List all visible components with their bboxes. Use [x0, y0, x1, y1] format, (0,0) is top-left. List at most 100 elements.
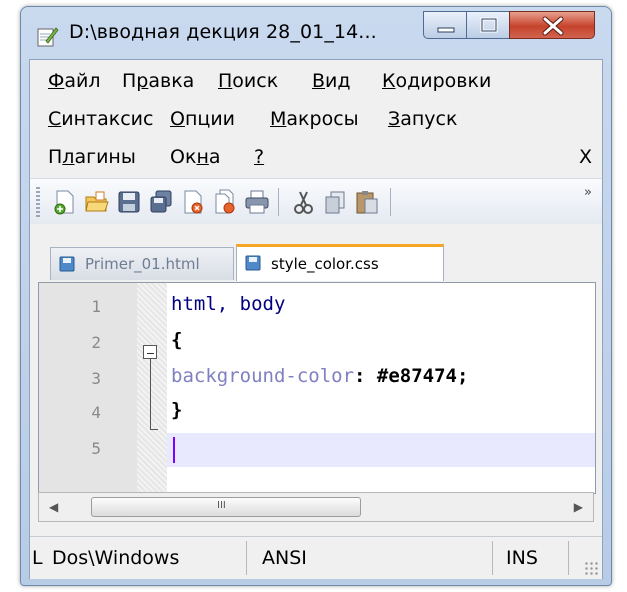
- notepad-app-icon: [37, 27, 59, 47]
- toolbar-grip[interactable]: [36, 187, 40, 217]
- menu-encoding-post: одировки: [395, 70, 492, 92]
- new-file-icon[interactable]: [52, 189, 78, 215]
- status-bar: L Dos\Windows ANSI INS: [30, 536, 602, 579]
- title-bar[interactable]: D:\вводная декция 28_01_14...: [21, 7, 611, 59]
- menu-file-accel: Ф: [48, 70, 65, 92]
- scroll-right-arrow-icon[interactable]: ▶: [574, 500, 583, 514]
- status-divider: [492, 541, 493, 575]
- line-number: 1: [91, 297, 101, 316]
- window-title: D:\вводная декция 28_01_14...: [69, 21, 377, 43]
- code-line-2: {: [171, 329, 183, 351]
- menu-syntax-accel: С: [48, 108, 62, 130]
- status-encoding: ANSI: [262, 547, 307, 569]
- menu-window-pre: Ок: [170, 146, 197, 168]
- menu-plugins[interactable]: Плагины: [48, 146, 136, 168]
- close-document-button[interactable]: X: [579, 146, 592, 168]
- menu-row-1: Файл Правка Поиск Вид Кодировки: [30, 60, 602, 98]
- menu-options-accel: О: [170, 108, 185, 130]
- menu-search-accel: П: [218, 70, 233, 92]
- tab-label: Primer_01.html: [85, 255, 200, 273]
- menu-edit-pre: П: [122, 70, 137, 92]
- maximize-icon: [480, 17, 498, 33]
- menu-run-accel: З: [388, 108, 401, 130]
- menu-bar: Файл Правка Поиск Вид Кодировки Синтакси…: [30, 60, 602, 178]
- minus-icon: [147, 353, 154, 354]
- menu-plugins-accel: л: [62, 146, 75, 168]
- menu-edit-accel: р: [136, 70, 149, 92]
- horizontal-scrollbar[interactable]: ◀ III ▶: [38, 492, 594, 522]
- close-file-icon[interactable]: [180, 189, 206, 215]
- text-caret: [173, 437, 175, 463]
- code-line-4: }: [171, 399, 183, 421]
- menu-run-post: апуск: [400, 108, 458, 130]
- print-icon[interactable]: [244, 189, 270, 215]
- tab-bar: Primer_01.html style_color.css: [30, 224, 602, 282]
- saved-file-icon: [245, 255, 261, 271]
- css-colon: :: [354, 365, 377, 387]
- close-icon: [542, 16, 564, 36]
- scrollbar-grip: III: [217, 500, 226, 511]
- menu-file-post: айл: [64, 70, 101, 92]
- fold-margin[interactable]: [137, 283, 167, 493]
- menu-view-accel: В: [312, 70, 326, 92]
- menu-window[interactable]: Окна: [170, 146, 221, 168]
- status-eol-format: Dos\Windows: [52, 547, 180, 569]
- scrollbar-thumb[interactable]: III: [91, 497, 361, 517]
- toolbar-separator-1: [278, 188, 279, 216]
- toolbar-overflow-button[interactable]: »: [584, 185, 592, 200]
- status-length: L: [32, 547, 43, 569]
- menu-help[interactable]: ?: [254, 146, 264, 168]
- close-all-icon[interactable]: [212, 189, 238, 215]
- paste-icon[interactable]: [354, 189, 380, 215]
- line-number: 3: [91, 369, 101, 388]
- toolbar-separator-2: [390, 188, 391, 216]
- window-close-button[interactable]: [509, 11, 595, 39]
- fold-guide-line: [150, 359, 151, 429]
- menu-window-post: а: [208, 146, 221, 168]
- minimize-button[interactable]: [423, 11, 467, 39]
- tab-label: style_color.css: [271, 255, 379, 273]
- tab-primer-html[interactable]: Primer_01.html: [50, 247, 234, 280]
- cut-icon[interactable]: [290, 189, 316, 215]
- css-property: background-color: [171, 365, 355, 387]
- menu-macros-accel: М: [270, 108, 287, 130]
- client-area: Файл Правка Поиск Вид Кодировки Синтакси…: [29, 59, 603, 579]
- scroll-left-arrow-icon[interactable]: ◀: [49, 500, 58, 514]
- menu-plugins-pre: П: [48, 146, 63, 168]
- fold-toggle-button[interactable]: [143, 345, 157, 359]
- menu-syntax-post: интаксис: [61, 108, 154, 130]
- menu-search-post: оиск: [232, 70, 279, 92]
- code-line-3: background-color: #e87474;: [171, 365, 468, 387]
- line-number: 2: [91, 333, 101, 352]
- menu-edit[interactable]: Правка: [122, 70, 194, 92]
- code-editor[interactable]: 1 2 3 4 5 html, body { background-color:…: [38, 282, 596, 494]
- status-insert-mode: INS: [506, 547, 538, 569]
- open-file-icon[interactable]: [84, 189, 110, 215]
- menu-view[interactable]: Вид: [312, 70, 351, 92]
- line-number: 4: [91, 403, 101, 422]
- toolbar: »: [30, 178, 602, 225]
- status-divider: [246, 541, 247, 575]
- maximize-button[interactable]: [466, 11, 510, 39]
- menu-run[interactable]: Запуск: [388, 108, 457, 130]
- menu-search[interactable]: Поиск: [218, 70, 278, 92]
- menu-view-post: ид: [325, 70, 351, 92]
- resize-grip-icon[interactable]: [584, 561, 598, 575]
- copy-icon[interactable]: [322, 189, 348, 215]
- menu-encoding[interactable]: Кодировки: [382, 70, 491, 92]
- menu-encoding-accel: К: [382, 70, 396, 92]
- menu-file[interactable]: Файл: [48, 70, 101, 92]
- tab-style-color-css[interactable]: style_color.css: [236, 244, 444, 281]
- menu-edit-post: авка: [148, 70, 195, 92]
- code-line-1: html, body: [171, 293, 286, 315]
- notepad-plus-plus-window: D:\вводная декция 28_01_14... Файл Правк…: [20, 6, 612, 586]
- minimize-icon: [437, 27, 455, 33]
- save-all-icon[interactable]: [148, 189, 174, 215]
- menu-macros[interactable]: Макросы: [270, 108, 359, 130]
- menu-macros-post: акросы: [286, 108, 359, 130]
- current-line-highlight: [167, 433, 595, 467]
- saved-file-icon: [59, 256, 75, 272]
- menu-syntax[interactable]: Синтаксис: [48, 108, 153, 130]
- save-icon[interactable]: [116, 189, 142, 215]
- menu-options[interactable]: Опции: [170, 108, 235, 130]
